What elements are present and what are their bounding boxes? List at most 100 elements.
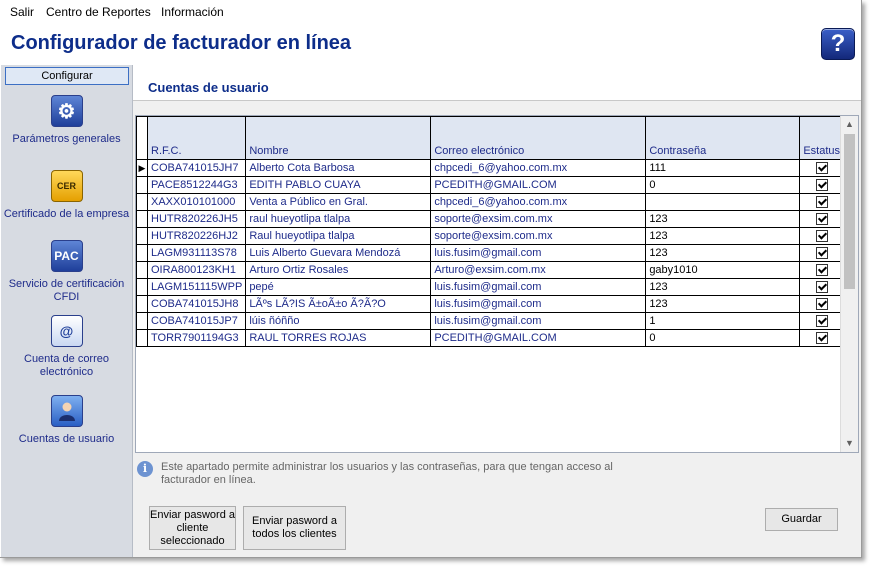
cell-estatus[interactable] [799, 278, 844, 296]
cell-nombre[interactable]: pepé [245, 278, 432, 296]
status-checkbox[interactable] [815, 247, 828, 260]
column-header-estatus[interactable]: Estatus [799, 116, 844, 160]
column-header-rfc[interactable]: R.F.C. [146, 116, 247, 160]
table-row[interactable]: LAGM151115WPP pepé luis.fusim@gmail.com 123 [136, 278, 844, 296]
cell-rfc[interactable]: LAGM151115WPP [146, 278, 247, 296]
cell-correo[interactable]: luis.fusim@gmail.com [430, 244, 647, 262]
cell-rfc[interactable]: XAXX010101000 [146, 193, 247, 211]
current-row-indicator-icon[interactable]: ▶ [136, 159, 148, 177]
cell-nombre[interactable]: Alberto Cota Barbosa [245, 159, 432, 177]
cell-rfc[interactable]: COBA741015JH8 [146, 295, 247, 313]
cell-rfc[interactable]: TORR7901194G3 [146, 329, 247, 347]
status-checkbox[interactable] [815, 162, 828, 175]
cell-nombre[interactable]: Arturo Ortiz Rosales [245, 261, 432, 279]
table-row[interactable]: ▶ COBA741015JH7 Alberto Cota Barbosa chpced… [136, 159, 844, 177]
sidebar-item-parametros[interactable]: ⚙ Parámetros generales [1, 95, 132, 145]
cell-correo[interactable]: PCEDITH@GMAIL.COM [430, 176, 647, 194]
status-checkbox[interactable] [815, 298, 828, 311]
cell-correo[interactable]: PCEDITH@GMAIL.COM [430, 329, 647, 347]
cell-contrasena[interactable]: 111 [645, 159, 801, 177]
status-checkbox[interactable] [815, 332, 828, 345]
scroll-down-icon[interactable]: ▼ [841, 435, 858, 452]
row-header[interactable] [136, 193, 148, 211]
status-checkbox[interactable] [815, 213, 828, 226]
cell-estatus[interactable] [799, 210, 844, 228]
cell-nombre[interactable]: EDITH PABLO CUAYA [245, 176, 432, 194]
cell-estatus[interactable] [799, 329, 844, 347]
cell-nombre[interactable]: lúis ñóñño [245, 312, 432, 330]
cell-contrasena[interactable]: 1 [645, 312, 801, 330]
cell-estatus[interactable] [799, 295, 844, 313]
cell-rfc[interactable]: PACE8512244G3 [146, 176, 247, 194]
status-checkbox[interactable] [815, 230, 828, 243]
column-header-nombre[interactable]: Nombre [245, 116, 432, 160]
cell-contrasena[interactable] [645, 193, 801, 211]
cell-contrasena[interactable]: 123 [645, 244, 801, 262]
cell-contrasena[interactable]: 123 [645, 210, 801, 228]
row-header[interactable] [136, 261, 148, 279]
cell-nombre[interactable]: Luis Alberto Guevara Mendozá [245, 244, 432, 262]
table-row[interactable]: LAGM931113S78 Luis Alberto Guevara Mendoz… [136, 244, 844, 262]
cell-correo[interactable]: luis.fusim@gmail.com [430, 278, 647, 296]
status-checkbox[interactable] [815, 179, 828, 192]
cell-contrasena[interactable]: gaby1010 [645, 261, 801, 279]
sidebar-item-certificado[interactable]: CER Certificado de la empresa [1, 170, 132, 220]
table-row[interactable]: HUTR820226JH5 raul hueyotlipa tlalpa sopor… [136, 210, 844, 228]
scrollbar-thumb[interactable] [844, 134, 855, 289]
cell-contrasena[interactable]: 0 [645, 329, 801, 347]
cell-estatus[interactable] [799, 159, 844, 177]
status-checkbox[interactable] [815, 264, 828, 277]
scroll-up-icon[interactable]: ▲ [841, 116, 858, 133]
row-header[interactable] [136, 312, 148, 330]
row-header[interactable] [136, 176, 148, 194]
row-header[interactable] [136, 210, 148, 228]
table-row[interactable]: TORR7901194G3 RAUL TORRES ROJAS PCEDITH@GM… [136, 329, 844, 347]
row-header[interactable] [136, 278, 148, 296]
cell-rfc[interactable]: LAGM931113S78 [146, 244, 247, 262]
cell-contrasena[interactable]: 123 [645, 278, 801, 296]
cell-nombre[interactable]: Venta a Público en Gral. [245, 193, 432, 211]
cell-estatus[interactable] [799, 193, 844, 211]
cell-estatus[interactable] [799, 176, 844, 194]
cell-correo[interactable]: chpcedi_6@yahoo.com.mx [430, 193, 647, 211]
table-row[interactable]: XAXX010101000 Venta a Público en Gral. chp… [136, 193, 844, 211]
table-row[interactable]: PACE8512244G3 EDITH PABLO CUAYA PCEDITH@GM… [136, 176, 844, 194]
cell-nombre[interactable]: Raul hueyotlipa tlalpa [245, 227, 432, 245]
cell-estatus[interactable] [799, 227, 844, 245]
row-header[interactable] [136, 227, 148, 245]
cell-nombre[interactable]: RAUL TORRES ROJAS [245, 329, 432, 347]
menu-centro-reportes[interactable]: Centro de Reportes [46, 5, 151, 19]
table-row[interactable]: OIRA800123KH1 Arturo Ortiz Rosales Arturo@… [136, 261, 844, 279]
cell-correo[interactable]: soporte@exsim.com.mx [430, 210, 647, 228]
cell-rfc[interactable]: OIRA800123KH1 [146, 261, 247, 279]
sidebar-item-correo[interactable]: @ Cuenta de correo electrónico [1, 315, 132, 379]
sidebar-item-pac[interactable]: PAC Servicio de certificación CFDI [1, 240, 132, 304]
help-button[interactable]: ? [821, 28, 855, 60]
status-checkbox[interactable] [815, 315, 828, 328]
status-checkbox[interactable] [815, 281, 828, 294]
cell-contrasena[interactable]: 0 [645, 176, 801, 194]
row-header[interactable] [136, 244, 148, 262]
table-row[interactable]: COBA741015JP7 lúis ñóñño luis.fusim@gmail.… [136, 312, 844, 330]
row-header[interactable] [136, 295, 148, 313]
send-password-all-button[interactable]: Enviar pasword a todos los clientes [243, 506, 346, 550]
cell-correo[interactable]: soporte@exsim.com.mx [430, 227, 647, 245]
status-checkbox[interactable] [815, 196, 828, 209]
cell-nombre[interactable]: LÃºs LÃ?IS Ã±oÃ±o Ã?Ã?O [245, 295, 432, 313]
sidebar-item-usuarios[interactable]: Cuentas de usuario [1, 395, 132, 445]
cell-estatus[interactable] [799, 261, 844, 279]
cell-contrasena[interactable]: 123 [645, 295, 801, 313]
column-header-contrasena[interactable]: Contraseña [645, 116, 801, 160]
table-row[interactable]: HUTR820226HJ2 Raul hueyotlipa tlalpa sopor… [136, 227, 844, 245]
cell-correo[interactable]: luis.fusim@gmail.com [430, 312, 647, 330]
cell-contrasena[interactable]: 123 [645, 227, 801, 245]
column-header-correo[interactable]: Correo electrónico [430, 116, 647, 160]
send-password-selected-button[interactable]: Enviar pasword a cliente seleccionado [149, 506, 236, 550]
row-header[interactable] [136, 329, 148, 347]
cell-rfc[interactable]: COBA741015JH7 [146, 159, 247, 177]
cell-correo[interactable]: chpcedi_6@yahoo.com.mx [430, 159, 647, 177]
cell-estatus[interactable] [799, 312, 844, 330]
cell-correo[interactable]: luis.fusim@gmail.com [430, 295, 647, 313]
cell-rfc[interactable]: HUTR820226JH5 [146, 210, 247, 228]
menu-salir[interactable]: Salir [10, 5, 34, 19]
